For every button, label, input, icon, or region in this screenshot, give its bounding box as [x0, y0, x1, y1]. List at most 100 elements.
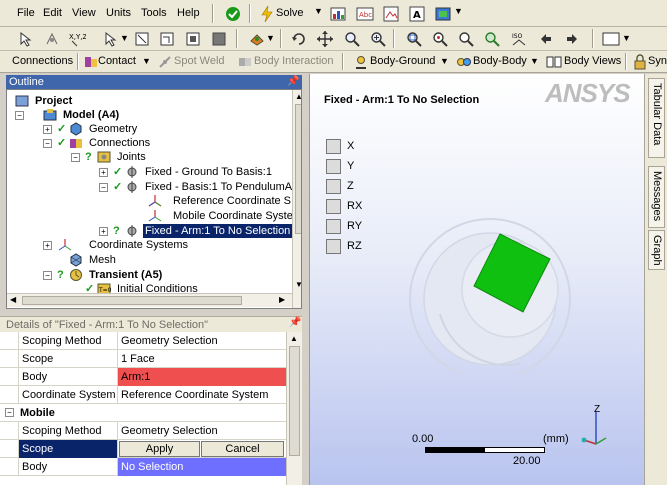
details-row[interactable]: Scope 1 Face	[0, 350, 286, 368]
viewport-layout-icon[interactable]	[602, 30, 620, 48]
cancel-button[interactable]: Cancel	[201, 441, 284, 457]
zoom-in-icon[interactable]	[369, 30, 387, 48]
isometric-view-icon[interactable]: ISO	[510, 30, 528, 48]
body-value-red[interactable]: Arm:1	[118, 368, 286, 386]
zoom-box-icon[interactable]	[405, 30, 423, 48]
menu-view[interactable]: View	[72, 7, 96, 19]
zoom-fit-icon[interactable]	[431, 30, 449, 48]
chevron-down-icon[interactable]: ▼	[454, 6, 463, 16]
solve-button[interactable]: Solve	[276, 7, 304, 19]
magnifier-icon[interactable]	[483, 30, 501, 48]
chevron-up-icon[interactable]: ▲	[290, 334, 298, 343]
previous-view-icon[interactable]	[537, 30, 555, 48]
model-geometry[interactable]	[380, 204, 620, 374]
zoom-icon[interactable]	[343, 30, 361, 48]
details-row[interactable]: Scoping Method Geometry Selection	[0, 332, 286, 350]
body-value-no-selection[interactable]: No Selection	[118, 458, 286, 476]
dof-x[interactable]: X	[326, 139, 386, 155]
select-mode-icon[interactable]	[17, 30, 35, 48]
chevron-down-icon[interactable]: ▼	[530, 56, 539, 66]
viewport-icon[interactable]	[434, 5, 452, 23]
pin-icon[interactable]: 📌	[289, 317, 301, 328]
collapse-icon[interactable]: −	[43, 139, 52, 148]
extend-selection-icon[interactable]	[248, 30, 266, 48]
dof-rx[interactable]: RX	[326, 199, 386, 215]
graphics-viewport[interactable]: Fixed - Arm:1 To No Selection ANSYS X Y …	[309, 74, 644, 485]
chevron-left-icon[interactable]: ◀	[10, 295, 16, 304]
expand-icon[interactable]: +	[99, 227, 108, 236]
details-row[interactable]: Scope Apply Cancel	[0, 440, 286, 458]
chevron-down-icon[interactable]: ▼	[142, 56, 151, 66]
collapse-icon[interactable]: −	[99, 183, 108, 192]
collapse-icon[interactable]: −	[71, 153, 80, 162]
triad-icon[interactable]	[572, 402, 612, 452]
chevron-down-icon[interactable]: ▼	[622, 33, 631, 43]
chevron-up-icon[interactable]: ▲	[295, 92, 301, 101]
tab-messages[interactable]: Messages	[648, 166, 665, 228]
chevron-down-icon[interactable]: ▼	[120, 33, 129, 43]
pin-icon[interactable]: 📌	[287, 76, 299, 87]
body-views-icon[interactable]	[545, 53, 563, 71]
body-ground-icon[interactable]	[352, 53, 370, 71]
chart-icon[interactable]	[329, 5, 347, 23]
horizontal-scrollbar[interactable]: ◀ ▶	[7, 293, 292, 307]
edge-select-icon[interactable]	[158, 30, 176, 48]
cursor-select-icon[interactable]	[103, 30, 121, 48]
check-icon[interactable]	[224, 5, 242, 23]
vertical-scrollbar[interactable]: ▲	[286, 332, 302, 485]
dof-y[interactable]: Y	[326, 159, 386, 175]
chevron-down-icon[interactable]: ▼	[266, 33, 275, 43]
chevron-down-icon[interactable]: ▼	[314, 6, 323, 16]
tab-graph[interactable]: Graph	[648, 230, 665, 270]
details-row[interactable]: Scoping Method Geometry Selection	[0, 422, 286, 440]
menu-edit[interactable]: Edit	[43, 7, 62, 19]
collapse-icon[interactable]: −	[5, 408, 14, 417]
lightning-icon[interactable]	[258, 5, 276, 23]
contact-button[interactable]: Contact	[98, 55, 136, 67]
collapse-icon[interactable]: −	[43, 271, 52, 280]
menu-units[interactable]: Units	[106, 7, 131, 19]
menu-file[interactable]: File	[17, 7, 35, 19]
tab-tabular-data[interactable]: Tabular Data	[648, 78, 665, 158]
details-row[interactable]: Body Arm:1	[0, 368, 286, 386]
body-select-icon[interactable]	[210, 30, 228, 48]
next-view-icon[interactable]	[563, 30, 581, 48]
text-annotation-icon[interactable]: A	[408, 5, 426, 23]
chevron-down-icon[interactable]: ▼	[295, 280, 301, 289]
lock-icon[interactable]	[631, 53, 649, 71]
group-mobile[interactable]: − Mobile	[0, 404, 286, 422]
image-icon[interactable]	[382, 5, 400, 23]
body-ground-button[interactable]: Body-Ground	[370, 55, 435, 67]
dof-z[interactable]: Z	[326, 179, 386, 195]
menu-tools[interactable]: Tools	[141, 7, 167, 19]
syn-button[interactable]: Syn	[648, 55, 667, 67]
zoom-to-fit-icon[interactable]	[457, 30, 475, 48]
expand-icon[interactable]: +	[43, 241, 52, 250]
scrollbar-thumb[interactable]	[295, 104, 301, 234]
pan-icon[interactable]	[316, 30, 334, 48]
apply-button[interactable]: Apply	[119, 441, 200, 457]
face-select-icon[interactable]	[184, 30, 202, 48]
details-row[interactable]: Body No Selection	[0, 458, 286, 476]
scrollbar-thumb[interactable]	[22, 296, 242, 305]
body-views-button[interactable]: Body Views	[564, 55, 621, 67]
vertical-scrollbar[interactable]: ▲ ▼	[292, 90, 301, 308]
chevron-down-icon[interactable]: ▼	[440, 56, 449, 66]
body-body-icon[interactable]	[455, 53, 473, 71]
vertex-select-icon[interactable]	[133, 30, 151, 48]
dof-rz[interactable]: RZ	[326, 239, 386, 255]
rotate-icon[interactable]	[290, 30, 308, 48]
scrollbar-thumb[interactable]	[289, 346, 300, 456]
dof-ry[interactable]: RY	[326, 219, 386, 235]
collapse-icon[interactable]: −	[15, 111, 24, 120]
details-row[interactable]: Coordinate System Reference Coordinate S…	[0, 386, 286, 404]
body-body-button[interactable]: Body-Body	[473, 55, 527, 67]
expand-icon[interactable]: +	[43, 125, 52, 134]
rotate-point-icon[interactable]	[43, 30, 61, 48]
xyz-coordinates-icon[interactable]: X,Y,Z	[68, 30, 86, 48]
expand-icon[interactable]: +	[99, 168, 108, 177]
menu-help[interactable]: Help	[177, 7, 200, 19]
abc-label-icon[interactable]: Abc	[356, 5, 374, 23]
chevron-right-icon[interactable]: ▶	[279, 295, 285, 304]
scale-unit: (mm)	[543, 433, 569, 445]
